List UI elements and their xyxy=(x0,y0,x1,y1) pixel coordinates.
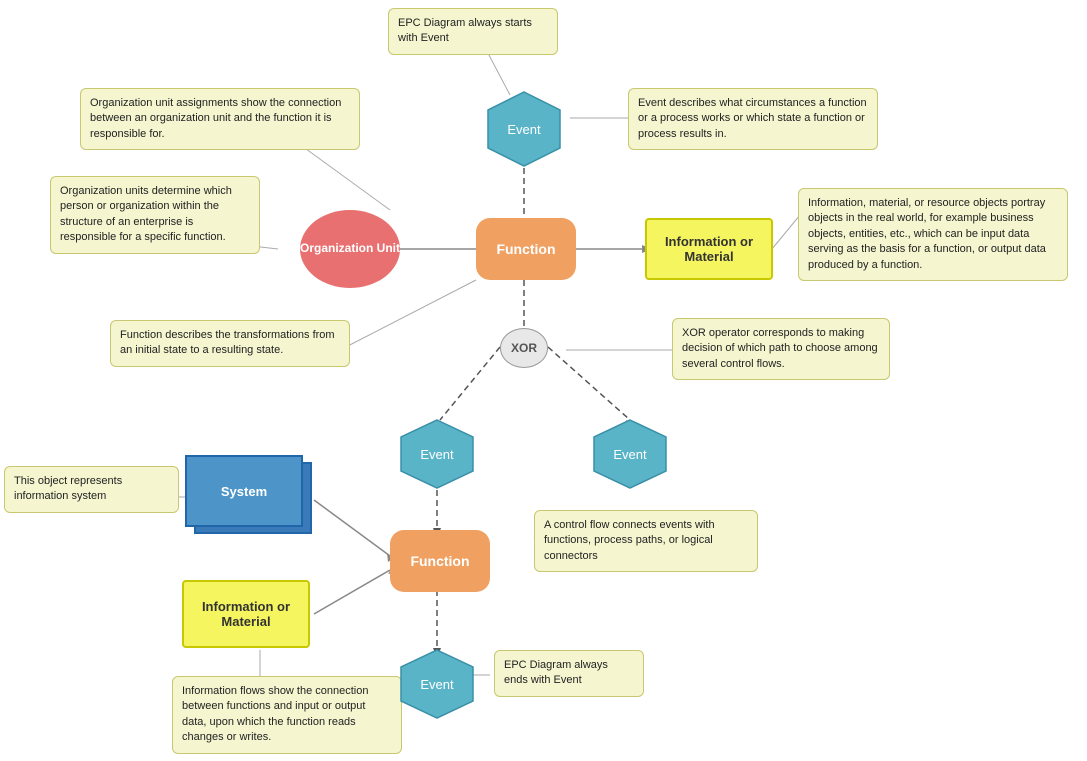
note-org-unit-desc: Organization units determine which perso… xyxy=(50,176,260,254)
note-system-desc: This object represents information syste… xyxy=(4,466,179,513)
note-event-desc: Event describes what circumstances a fun… xyxy=(628,88,878,150)
info-material-top-shape: Information or Material xyxy=(645,218,773,280)
event-top-shape: Event xyxy=(484,90,564,168)
function-bottom-shape: Function xyxy=(390,530,490,592)
note-control-flow-desc: A control flow connects events with func… xyxy=(534,510,758,572)
function-main-shape: Function xyxy=(476,218,576,280)
note-epc-starts: EPC Diagram always starts with Event xyxy=(388,8,558,55)
note-function-desc: Function describes the transformations f… xyxy=(110,320,350,367)
note-info-flow-desc: Information flows show the connection be… xyxy=(172,676,402,754)
event-right-shape: Event xyxy=(590,418,670,490)
event-bottom-shape: Event xyxy=(397,648,477,720)
note-epc-ends: EPC Diagram always ends with Event xyxy=(494,650,644,697)
diagram-container: EPC Diagram always starts with Event Eve… xyxy=(0,0,1087,761)
note-info-material-desc: Information, material, or resource objec… xyxy=(798,188,1068,281)
system-shape: System xyxy=(185,455,303,527)
org-unit-shape: Organization Unit xyxy=(300,210,400,288)
xor-shape: XOR xyxy=(500,328,548,368)
event-left-shape: Event xyxy=(397,418,477,490)
note-xor-desc: XOR operator corresponds to making decis… xyxy=(672,318,890,380)
info-material-bottom-shape: Information or Material xyxy=(182,580,310,648)
note-org-unit-assign: Organization unit assignments show the c… xyxy=(80,88,360,150)
